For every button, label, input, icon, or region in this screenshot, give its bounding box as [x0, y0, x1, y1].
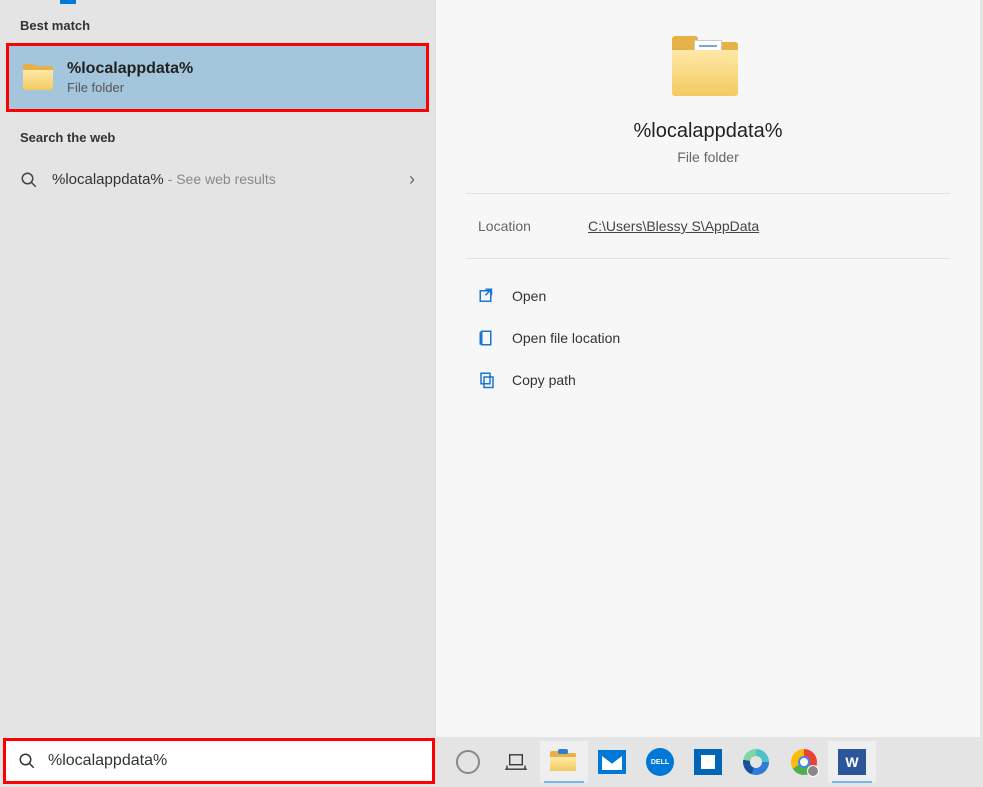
open-file-location-action[interactable]: Open file location — [478, 317, 938, 359]
folder-icon — [23, 64, 55, 92]
preview-header: %localappdata% File folder — [436, 0, 980, 193]
result-subtitle: File folder — [67, 80, 412, 95]
task-view-icon — [505, 753, 527, 771]
copy-path-label: Copy path — [512, 372, 576, 388]
best-match-result[interactable]: %localappdata% File folder — [6, 43, 429, 112]
web-result-suffix: - See web results — [164, 171, 276, 187]
task-view-button[interactable] — [492, 741, 540, 783]
mail-icon — [598, 750, 626, 774]
copy-path-action[interactable]: Copy path — [478, 359, 938, 401]
action-list: Open Open file location Copy path — [436, 259, 980, 417]
folder-location-icon — [478, 329, 496, 347]
open-label: Open — [512, 288, 546, 304]
location-row: Location C:\Users\Blessy S\AppData — [436, 194, 980, 258]
location-path[interactable]: C:\Users\Blessy S\AppData — [588, 218, 759, 234]
edge-icon — [743, 749, 769, 775]
open-location-label: Open file location — [512, 330, 620, 346]
search-web-header: Search the web — [0, 112, 435, 155]
file-explorer-icon — [550, 751, 578, 773]
search-bar[interactable] — [3, 738, 435, 784]
location-label: Location — [478, 218, 588, 234]
dell-app-taskbar[interactable]: DELL — [636, 741, 684, 783]
word-icon: W — [838, 749, 866, 775]
cortana-icon — [456, 750, 480, 774]
taskbar: DELL W — [440, 737, 983, 787]
chevron-right-icon: › — [409, 169, 415, 190]
mail-taskbar[interactable] — [588, 741, 636, 783]
app-tile-taskbar[interactable] — [684, 741, 732, 783]
preview-title: %localappdata% — [456, 120, 960, 143]
open-action[interactable]: Open — [478, 275, 938, 317]
search-results-panel: Best match %localappdata% File folder Se… — [0, 0, 435, 737]
open-icon — [478, 287, 496, 305]
result-text: %localappdata% File folder — [67, 60, 412, 95]
chrome-icon — [791, 749, 817, 775]
folder-icon — [672, 36, 744, 100]
search-icon — [20, 171, 38, 189]
web-result-text: %localappdata% - See web results — [52, 171, 409, 188]
edge-taskbar[interactable] — [732, 741, 780, 783]
cortana-button[interactable] — [444, 741, 492, 783]
best-match-header: Best match — [0, 0, 435, 43]
active-tab-indicator — [60, 0, 76, 4]
search-input[interactable] — [48, 752, 420, 770]
preview-subtitle: File folder — [456, 149, 960, 165]
tile-icon — [694, 749, 722, 775]
search-icon — [18, 752, 36, 770]
chrome-taskbar[interactable] — [780, 741, 828, 783]
dell-icon: DELL — [646, 748, 674, 776]
result-title: %localappdata% — [67, 60, 412, 78]
file-explorer-taskbar[interactable] — [540, 741, 588, 783]
word-taskbar[interactable]: W — [828, 741, 876, 783]
preview-panel: %localappdata% File folder Location C:\U… — [435, 0, 980, 737]
copy-icon — [478, 371, 496, 389]
web-search-result[interactable]: %localappdata% - See web results › — [0, 155, 435, 204]
web-result-title: %localappdata% — [52, 171, 164, 188]
